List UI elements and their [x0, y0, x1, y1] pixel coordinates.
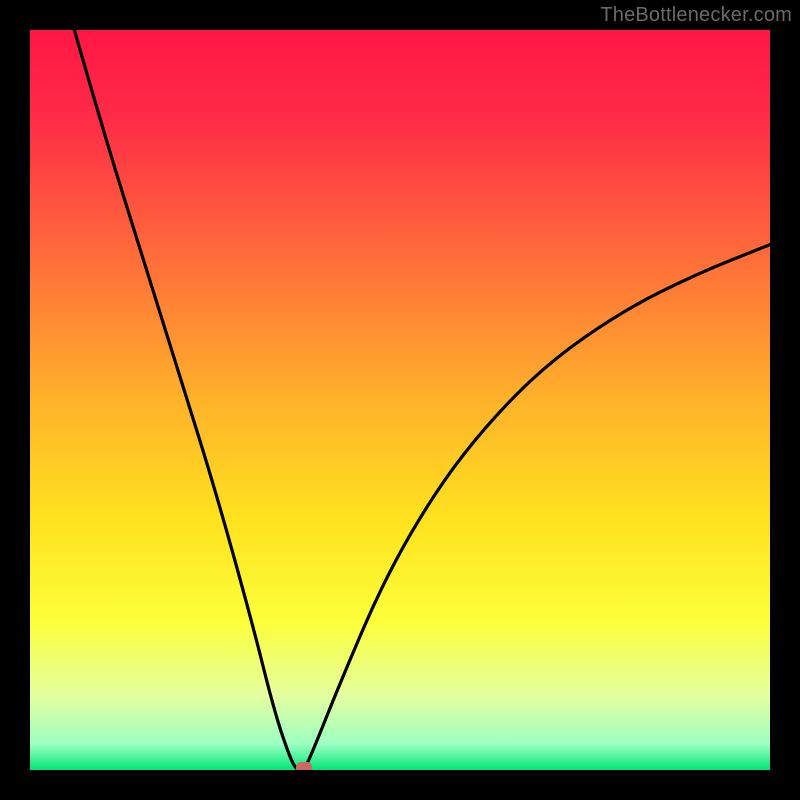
plot-area [30, 30, 770, 770]
optimum-marker [296, 762, 312, 770]
chart-frame: TheBottlenecker.com [0, 0, 800, 800]
bottleneck-curve [30, 30, 770, 770]
watermark-text: TheBottlenecker.com [600, 4, 792, 27]
